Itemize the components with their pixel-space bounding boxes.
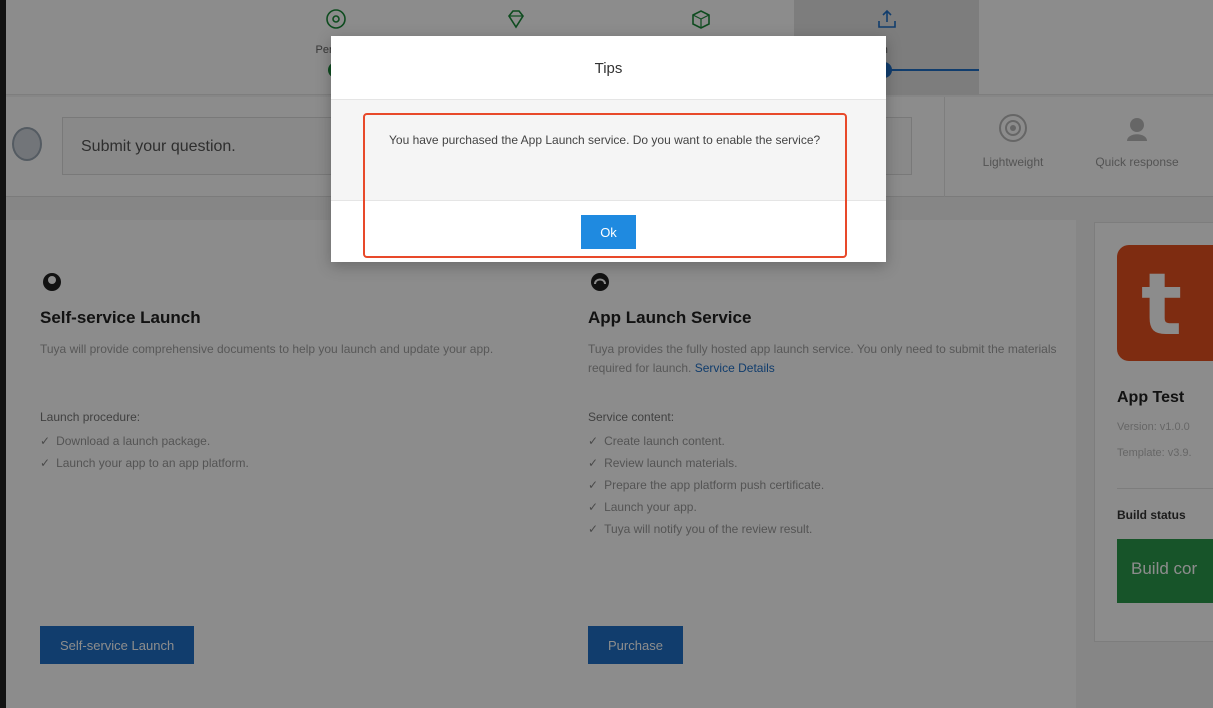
- highlight-box: [363, 113, 847, 258]
- dialog-title: Tips: [331, 36, 886, 100]
